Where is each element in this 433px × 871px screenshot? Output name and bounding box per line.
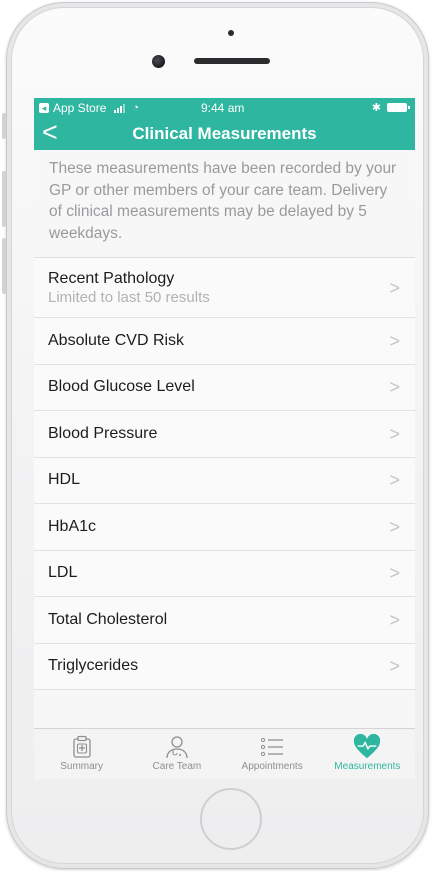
- list-item-label: Recent Pathology: [48, 269, 175, 287]
- clipboard-icon: [68, 734, 96, 760]
- tab-label: Care Team: [152, 761, 202, 772]
- list-item-absolute-cvd-risk[interactable]: Absolute CVD Risk >: [34, 318, 415, 365]
- list-item-blood-glucose-level[interactable]: Blood Glucose Level >: [34, 364, 415, 411]
- tab-label: Appointments: [241, 761, 303, 772]
- list-item-total-cholesterol[interactable]: Total Cholesterol >: [34, 597, 415, 644]
- tab-label: Summary: [60, 761, 104, 772]
- doctor-icon: [163, 734, 191, 760]
- bluetooth-icon: ✱: [371, 102, 381, 114]
- list-item-hdl[interactable]: HDL >: [34, 457, 415, 504]
- tab-appointments[interactable]: Appointments: [225, 729, 320, 779]
- tab-bar: Summary Care Team Appointments Measureme…: [34, 728, 415, 779]
- list-item-label: Absolute CVD Risk: [48, 331, 185, 349]
- tab-care-team[interactable]: Care Team: [129, 729, 224, 779]
- list-item-blood-pressure[interactable]: Blood Pressure >: [34, 411, 415, 458]
- status-left: ◂ App Store ◔: [39, 101, 139, 115]
- heart-pulse-icon: [353, 734, 381, 760]
- status-right: ✱: [371, 101, 410, 114]
- status-bar: ◂ App Store ◔ 9:44 am ✱: [34, 98, 415, 117]
- intro-text: These measurements have been recorded by…: [34, 150, 415, 258]
- earpiece-speaker: [194, 58, 270, 64]
- status-time: 9:44 am: [201, 101, 245, 115]
- list-item-label: HbA1c: [48, 517, 97, 535]
- chevron-right-icon: >: [389, 330, 400, 351]
- list-item-label: Total Cholesterol: [48, 610, 168, 628]
- list-icon: [258, 734, 286, 760]
- measurements-list: Recent Pathology Limited to last 50 resu…: [34, 258, 415, 690]
- list-item-label: Blood Glucose Level: [48, 378, 195, 396]
- chevron-right-icon: >: [389, 516, 400, 537]
- volume-down-button: [2, 238, 6, 294]
- list-item-label: HDL: [48, 471, 81, 489]
- tab-summary[interactable]: Summary: [34, 729, 129, 779]
- list-item-label: LDL: [48, 564, 78, 582]
- app-screen: ◂ App Store ◔ 9:44 am ✱ < Clinical Measu…: [34, 98, 415, 779]
- mute-switch: [2, 113, 6, 139]
- back-to-app-icon[interactable]: ◂: [39, 103, 49, 113]
- home-button[interactable]: [200, 788, 262, 850]
- list-item-subtitle: Limited to last 50 results: [48, 288, 210, 306]
- chevron-right-icon: >: [389, 423, 400, 444]
- list-item-label: Blood Pressure: [48, 424, 158, 442]
- list-item-triglycerides[interactable]: Triglycerides >: [34, 643, 415, 690]
- chevron-right-icon: >: [389, 470, 400, 491]
- list-item-recent-pathology[interactable]: Recent Pathology Limited to last 50 resu…: [34, 258, 415, 318]
- chevron-right-icon: >: [389, 563, 400, 584]
- proximity-sensor: [228, 30, 234, 36]
- navigation-bar: < Clinical Measurements: [34, 117, 415, 150]
- signal-icon: [114, 103, 126, 113]
- chevron-right-icon: >: [389, 609, 400, 630]
- list-item-hba1c[interactable]: HbA1c >: [34, 504, 415, 551]
- chevron-right-icon: >: [389, 277, 400, 298]
- tab-label: Measurements: [334, 761, 401, 772]
- battery-icon: [387, 103, 410, 112]
- back-app-label[interactable]: App Store: [53, 101, 106, 115]
- chevron-right-icon: >: [389, 656, 400, 677]
- wifi-icon: ◔: [132, 102, 140, 114]
- list-item-label: Triglycerides: [48, 657, 139, 675]
- list-item-ldl[interactable]: LDL >: [34, 550, 415, 597]
- page-title: Clinical Measurements: [132, 124, 317, 143]
- tab-measurements[interactable]: Measurements: [320, 729, 415, 779]
- front-camera: [152, 55, 165, 68]
- volume-up-button: [2, 171, 6, 227]
- chevron-right-icon: >: [389, 377, 400, 398]
